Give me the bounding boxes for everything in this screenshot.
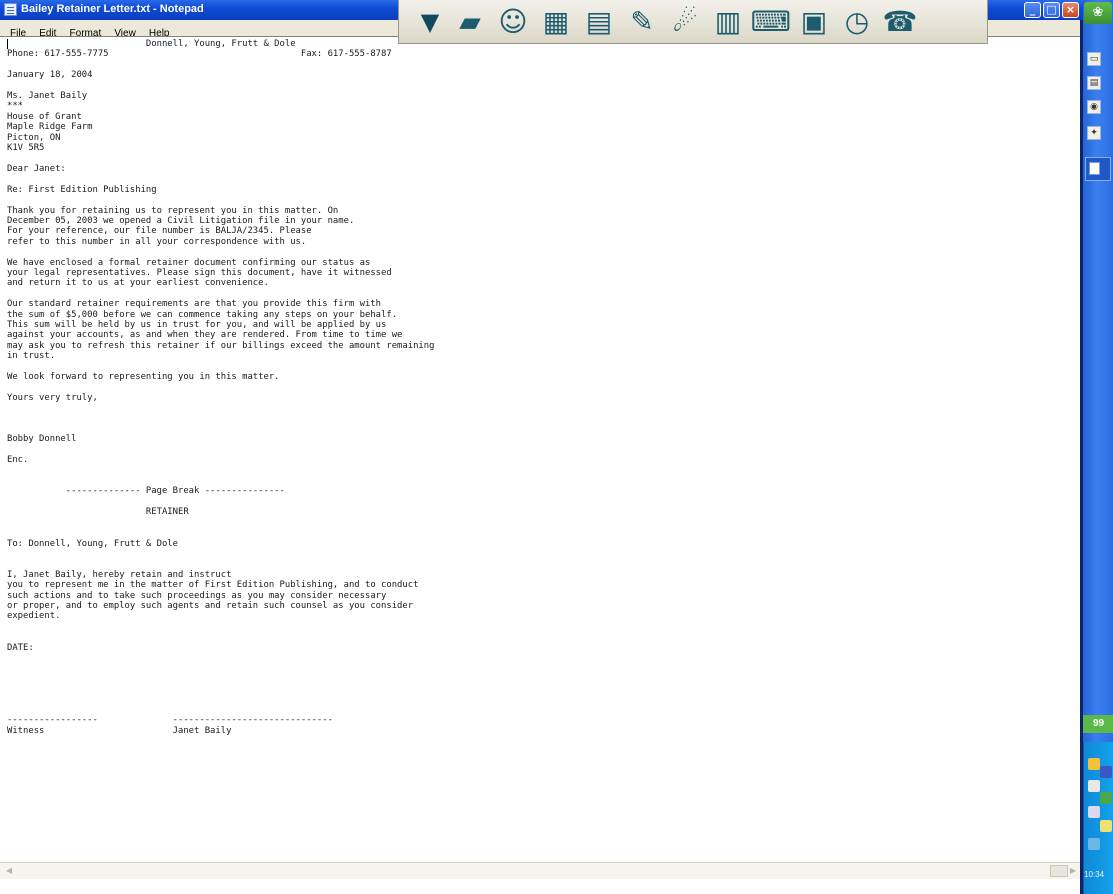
minimize-icon: _ — [1029, 3, 1036, 16]
people-icon[interactable]: ☺ — [493, 2, 533, 42]
update-icon[interactable] — [1100, 792, 1112, 804]
tray-badge[interactable]: 99 — [1083, 715, 1113, 733]
notepad-pen-icon[interactable]: ✎ — [622, 2, 662, 42]
scroll-right-icon[interactable]: ▶ — [1068, 866, 1078, 876]
maximize-button[interactable]: □ — [1043, 2, 1060, 18]
clock[interactable]: 10:34 — [1084, 870, 1104, 879]
settings-shortcut-icon[interactable]: ✦ — [1087, 126, 1101, 140]
books-icon[interactable]: ▥ — [708, 2, 748, 42]
quick-launch-toolbar: ▼ ▰ ☺ ▦ ▤ ✎ ☄ ▥ ⌨ ▣ ◷ ☎ — [398, 0, 988, 44]
notepad-task-icon — [1089, 162, 1100, 175]
document-text[interactable]: Donnell, Young, Frutt & Dole Phone: 617-… — [7, 39, 434, 736]
scrollbar-thumb[interactable] — [1050, 865, 1068, 877]
horizontal-scrollbar[interactable]: ◀ ▶ — [0, 862, 1080, 879]
window-controls: _ □ × — [1024, 2, 1079, 18]
ledger-icon[interactable]: ▦ — [536, 2, 576, 42]
calculator-icon[interactable]: ⌨ — [751, 2, 791, 42]
network-icon[interactable] — [1088, 758, 1100, 770]
minimize-button[interactable]: _ — [1024, 2, 1041, 18]
cash-register-icon[interactable]: ▣ — [794, 2, 834, 42]
stopwatch-icon[interactable]: ◷ — [837, 2, 877, 42]
dropdown-arrow-icon[interactable]: ▼ — [413, 2, 447, 42]
taskbar-notepad-button[interactable] — [1085, 157, 1111, 181]
maximize-icon: □ — [1046, 3, 1057, 16]
explorer-shortcut-icon[interactable]: ▤ — [1087, 76, 1101, 90]
taskbar: ❀ ▭ ▤ ◉ ✦ 99 10:34 — [1083, 0, 1113, 894]
satellite-dish-icon[interactable]: ☄ — [665, 2, 705, 42]
antivirus-icon[interactable] — [1100, 820, 1112, 832]
messenger-icon[interactable] — [1088, 806, 1100, 818]
close-icon: × — [1065, 3, 1076, 16]
notepad-window: Bailey Retainer Letter.txt - Notepad _ □… — [0, 0, 1083, 894]
document-icon[interactable]: ▤ — [579, 2, 619, 42]
scroll-left-icon[interactable]: ◀ — [4, 866, 14, 876]
text-editor[interactable]: Donnell, Young, Frutt & Dole Phone: 617-… — [0, 36, 1080, 879]
telephone-icon[interactable]: ☎ — [880, 2, 920, 42]
folder-icon[interactable]: ▰ — [450, 2, 490, 42]
bluetooth-icon[interactable] — [1088, 838, 1100, 850]
close-button[interactable]: × — [1062, 2, 1079, 18]
volume-icon[interactable] — [1100, 766, 1112, 778]
media-shortcut-icon[interactable]: ◉ — [1087, 100, 1101, 114]
notepad-app-icon[interactable] — [4, 3, 17, 16]
folder-shortcut-icon[interactable]: ▭ — [1087, 52, 1101, 66]
window-title: Bailey Retainer Letter.txt - Notepad — [21, 3, 204, 15]
start-button[interactable]: ❀ — [1084, 2, 1112, 24]
security-icon[interactable] — [1088, 780, 1100, 792]
